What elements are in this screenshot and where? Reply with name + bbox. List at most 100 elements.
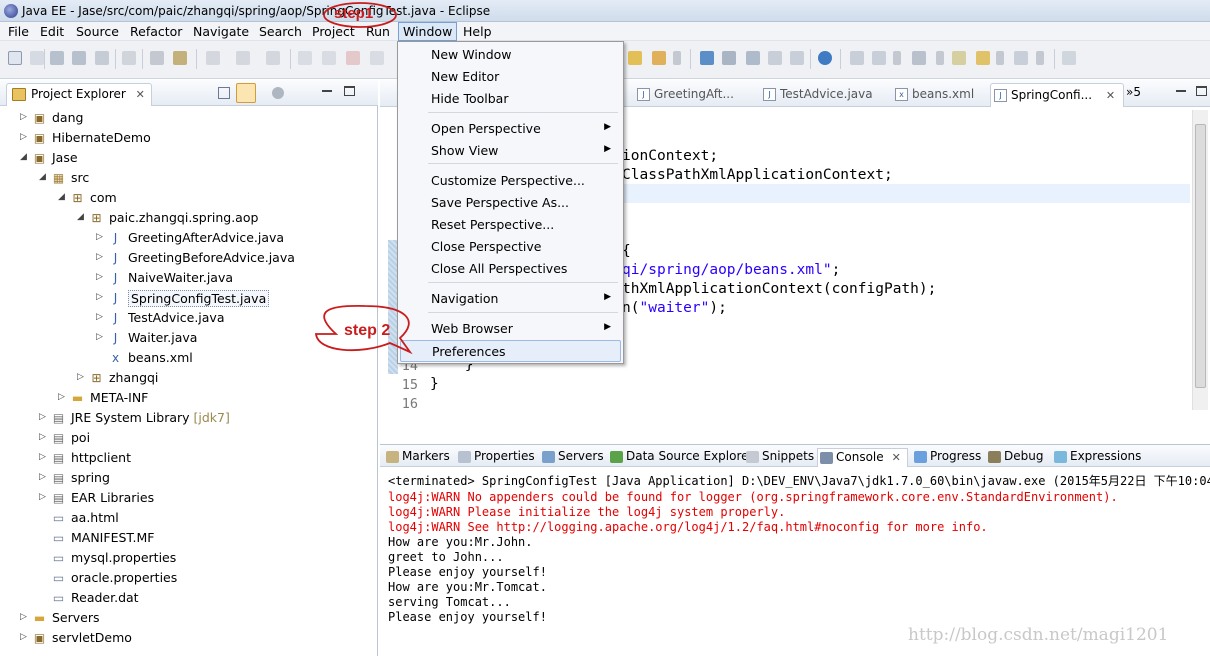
view-menu-icon[interactable] [272, 87, 284, 99]
tool-icon[interactable] [652, 51, 666, 65]
menu-item-preferences[interactable]: Preferences [400, 340, 621, 362]
expand-triangle-icon[interactable]: ▷ [20, 112, 27, 122]
menu-item-new-window[interactable]: New Window [400, 44, 621, 66]
menu-search[interactable]: Search [259, 24, 302, 39]
step-icon[interactable] [266, 51, 280, 65]
expand-triangle-icon[interactable]: ▷ [39, 492, 46, 502]
chevron-down-icon-3[interactable] [936, 51, 944, 65]
menu-item-hide-toolbar[interactable]: Hide Toolbar [400, 88, 621, 110]
menu-window[interactable]: Window [398, 22, 458, 41]
menu-help[interactable]: Help [463, 24, 492, 39]
print-icon[interactable] [95, 51, 109, 65]
menu-item-new-editor[interactable]: New Editor [400, 66, 621, 88]
maximize-icon[interactable] [1196, 86, 1207, 96]
suspend-icon[interactable] [322, 51, 336, 65]
last-edit-icon[interactable] [912, 51, 926, 65]
tab-project-explorer[interactable]: Project Explorer ✕ [6, 83, 152, 106]
menu-navigate[interactable]: Navigate [193, 24, 249, 39]
chevron-down-icon[interactable] [673, 51, 681, 65]
editor-scrollbar[interactable] [1192, 110, 1208, 410]
back-icon[interactable] [952, 51, 966, 65]
expand-triangle-icon[interactable]: ▷ [96, 272, 103, 282]
tab-beans-xml[interactable]: x beans.xml [892, 83, 974, 107]
expand-triangle-icon[interactable]: ▷ [39, 472, 46, 482]
tab-debug[interactable]: Debug [986, 448, 1043, 467]
tab-expressions[interactable]: Expressions [1052, 448, 1141, 467]
expand-triangle-icon[interactable]: ▷ [20, 632, 27, 642]
skip-breakpoints-icon[interactable] [122, 51, 136, 65]
collapse-triangle-icon[interactable]: ◢ [77, 212, 84, 222]
annotation-prev-icon[interactable] [872, 51, 886, 65]
menu-refactor[interactable]: Refactor [130, 24, 182, 39]
maximize-icon[interactable] [344, 86, 355, 96]
block-selection-icon[interactable] [768, 51, 782, 65]
save-icon[interactable] [50, 51, 64, 65]
minimize-icon[interactable] [322, 90, 332, 92]
toggle-comment-icon[interactable] [150, 51, 164, 65]
menu-item-show-view[interactable]: Show View ▶ [400, 140, 621, 162]
collapse-triangle-icon[interactable]: ◢ [39, 172, 46, 182]
build-icon[interactable] [700, 51, 714, 65]
menu-edit[interactable]: Edit [40, 24, 64, 39]
expand-triangle-icon[interactable]: ▷ [20, 132, 27, 142]
globe-icon[interactable] [818, 51, 832, 65]
tab-springconfigtest[interactable]: J SpringConfi... ✕ [990, 83, 1125, 107]
tab-snippets[interactable]: Snippets [744, 448, 814, 467]
collapse-all-icon[interactable] [218, 87, 230, 99]
terminate-icon[interactable] [346, 51, 360, 65]
annotation-next-icon[interactable] [850, 51, 864, 65]
close-icon[interactable]: ✕ [1106, 89, 1115, 102]
expand-triangle-icon[interactable]: ▷ [39, 432, 46, 442]
collapse-triangle-icon[interactable]: ◢ [20, 152, 27, 162]
save-all-icon[interactable] [72, 51, 86, 65]
expand-triangle-icon[interactable]: ▷ [96, 312, 103, 322]
close-icon[interactable]: ✕ [136, 88, 145, 101]
tab-progress[interactable]: Progress [912, 448, 981, 467]
resume-icon[interactable] [298, 51, 312, 65]
menu-item-customize-perspective[interactable]: Customize Perspective... [400, 170, 621, 192]
redo-icon[interactable] [236, 51, 250, 65]
expand-triangle-icon[interactable]: ▷ [96, 232, 103, 242]
tab-testadvice[interactable]: J TestAdvice.java [760, 83, 873, 107]
chevron-down-icon-4[interactable] [996, 51, 1004, 65]
menu-item-save-perspective-as[interactable]: Save Perspective As... [400, 192, 621, 214]
menu-item-web-browser[interactable]: Web Browser ▶ [400, 318, 621, 340]
scrollbar-thumb[interactable] [1195, 124, 1206, 388]
pin-icon[interactable] [1062, 51, 1076, 65]
tab-overflow[interactable]: »5 [1126, 85, 1141, 99]
menu-item-close-all-perspectives[interactable]: Close All Perspectives [400, 258, 621, 280]
expand-triangle-icon[interactable]: ▷ [39, 452, 46, 462]
menu-item-reset-perspective[interactable]: Reset Perspective... [400, 214, 621, 236]
tab-data-source-explorer[interactable]: Data Source Explorer [608, 448, 753, 467]
undo-icon[interactable] [206, 51, 220, 65]
menu-item-open-perspective[interactable]: Open Perspective ▶ [400, 118, 621, 140]
new-icon[interactable] [8, 51, 22, 65]
search-toolbar-icon[interactable] [722, 51, 736, 65]
expand-triangle-icon[interactable]: ▷ [39, 412, 46, 422]
menu-source[interactable]: Source [76, 24, 119, 39]
menu-project[interactable]: Project [312, 24, 355, 39]
menu-item-navigation[interactable]: Navigation ▶ [400, 288, 621, 310]
tab-servers[interactable]: Servers [540, 448, 604, 467]
close-icon[interactable]: ✕ [892, 451, 901, 464]
expand-triangle-icon[interactable]: ▷ [20, 612, 27, 622]
tab-properties[interactable]: Properties [456, 448, 535, 467]
expand-triangle-icon[interactable]: ▷ [58, 392, 65, 402]
minimize-icon[interactable] [1176, 90, 1186, 92]
tab-markers[interactable]: Markers [384, 448, 450, 467]
chevron-down-icon-2[interactable] [893, 51, 901, 65]
tab-greetingafteradvice[interactable]: J GreetingAft... [634, 83, 734, 107]
chevron-down-icon-5[interactable] [1036, 51, 1044, 65]
expand-triangle-icon[interactable]: ▷ [96, 252, 103, 262]
menu-item-close-perspective[interactable]: Close Perspective [400, 236, 621, 258]
expand-triangle-icon[interactable]: ▷ [77, 372, 84, 382]
menu-file[interactable]: File [8, 24, 29, 39]
collapse-triangle-icon[interactable]: ◢ [58, 192, 65, 202]
show-whitespace-icon[interactable] [790, 51, 804, 65]
forward-icon[interactable] [1014, 51, 1028, 65]
disconnect-icon[interactable] [370, 51, 384, 65]
expand-triangle-icon[interactable]: ▷ [96, 332, 103, 342]
mark-icon[interactable] [746, 51, 760, 65]
open-folder-icon[interactable] [628, 51, 642, 65]
tab-console[interactable]: Console ✕ [817, 448, 908, 467]
